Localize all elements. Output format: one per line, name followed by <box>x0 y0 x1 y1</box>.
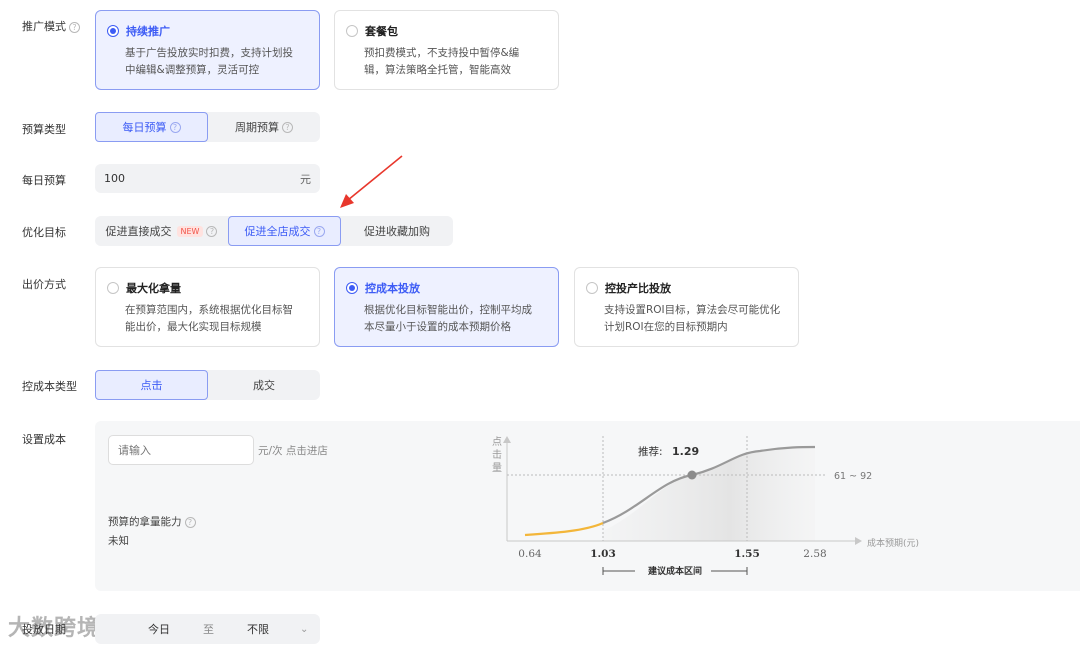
option-desc: 辑，算法策略全托管，智能高效 <box>364 64 511 76</box>
date-end[interactable]: 不限 <box>247 621 269 637</box>
cost-type-label: 控成本类型 <box>22 380 77 393</box>
option-desc: 本尽量小于设置的成本预期价格 <box>364 321 511 333</box>
cost-panel: 元/次 点击进店 预算的拿量能力? 未知 点击量成本预期(元) 推荐: 1.29 61… <box>95 421 1080 591</box>
goal-store-deal[interactable]: 促进全店成交? <box>228 216 341 246</box>
option-desc: 在预算范围内，系统根据优化目标智 <box>125 304 293 316</box>
cost-type-deal[interactable]: 成交 <box>208 370 320 400</box>
option-title: 套餐包 <box>365 25 398 38</box>
budget-ability-value: 未知 <box>108 535 129 547</box>
daily-budget-input[interactable]: 100 元 <box>95 164 320 193</box>
help-icon[interactable]: ? <box>69 22 80 33</box>
radio-unchecked-icon[interactable] <box>107 282 119 294</box>
help-icon[interactable]: ? <box>169 121 181 133</box>
promo-mode-label: 推广模式? <box>22 18 80 34</box>
bid-option-cost-control[interactable]: 控成本投放 根据优化目标智能出价，控制平均成 本尽量小于设置的成本预期价格 <box>334 267 559 347</box>
cost-volume-chart: 点击量成本预期(元) 推荐: 1.29 61 ~ 92 0.64 1.03 1.55 2.58… <box>492 436 919 577</box>
promo-option-package[interactable]: 套餐包 预扣费模式，不支持投中暂停&编 辑，算法策略全托管，智能高效 <box>334 10 559 90</box>
option-desc: 支持设置ROI目标，算法会尽可能优化 <box>604 304 781 316</box>
y-axis-arrow <box>503 436 511 443</box>
bid-option-max-volume[interactable]: 最大化拿量 在预算范围内，系统根据优化目标智 能出价，最大化实现目标规模 <box>95 267 320 347</box>
x-tick-label: 1.55 <box>734 548 760 560</box>
budget-type-segment: 每日预算? 周期预算? <box>95 112 320 142</box>
option-title: 最大化拿量 <box>126 282 181 295</box>
x-tick-label: 1.03 <box>590 548 616 560</box>
cost-input[interactable] <box>108 435 254 465</box>
radio-unchecked-icon[interactable] <box>346 25 358 37</box>
range-label: 61 ~ 92 <box>834 471 872 482</box>
daily-budget-label: 每日预算 <box>22 174 66 187</box>
y-axis-label-char: 量 <box>492 462 502 474</box>
recommend-value: 1.29 <box>672 445 699 458</box>
help-icon[interactable]: ? <box>206 225 218 237</box>
goal-favorite-cart[interactable]: 促进收藏加购 <box>341 216 453 246</box>
chart-area <box>603 446 815 541</box>
budget-type-daily[interactable]: 每日预算? <box>95 112 208 142</box>
bid-option-roi-control[interactable]: 控投产比投放 支持设置ROI目标，算法会尽可能优化 计划ROI在您的目标预期内 <box>574 267 799 347</box>
cost-type-segment: 点击 成交 <box>95 370 320 400</box>
launch-date-range[interactable]: 今日 至 不限 ⌄ <box>95 614 320 644</box>
option-title: 控投产比投放 <box>605 282 671 295</box>
y-axis-label-char: 点 <box>492 436 502 448</box>
budget-type-period[interactable]: 周期预算? <box>208 112 320 142</box>
option-title: 持续推广 <box>126 25 170 38</box>
help-icon[interactable]: ? <box>313 225 325 237</box>
radio-unchecked-icon[interactable] <box>586 282 598 294</box>
budget-type-label: 预算类型 <box>22 123 66 136</box>
help-icon[interactable]: ? <box>282 121 293 133</box>
radio-checked-icon[interactable] <box>107 25 119 37</box>
budget-ability-label: 预算的拿量能力? <box>108 514 196 529</box>
x-tick-label: 0.64 <box>518 548 542 560</box>
option-desc: 根据优化目标智能出价，控制平均成 <box>364 304 532 316</box>
optimize-goal-segment: 促进直接成交 NEW? 促进全店成交? 促进收藏加购 <box>95 216 453 246</box>
help-icon[interactable]: ? <box>184 517 196 528</box>
promo-option-continuous[interactable]: 持续推广 基于广告投放实时扣费，支持计划投 中编辑&调整预算，灵活可控 <box>95 10 320 90</box>
option-desc: 中编辑&调整预算，灵活可控 <box>125 64 260 76</box>
radio-checked-icon[interactable] <box>346 282 358 294</box>
daily-budget-unit: 元 <box>300 172 311 186</box>
option-desc: 预扣费模式，不支持投中暂停&编 <box>364 47 520 59</box>
new-badge: NEW <box>176 225 204 237</box>
curve-low-segment <box>524 521 604 537</box>
y-axis-label-char: 击 <box>492 449 502 461</box>
recommend-label: 推荐: <box>638 445 663 458</box>
option-desc: 计划ROI在您的目标预期内 <box>604 321 728 333</box>
date-start[interactable]: 今日 <box>148 621 170 637</box>
recommend-point <box>687 470 697 480</box>
annotation-arrow-icon <box>340 155 403 208</box>
cost-unit: 元/次 点击进店 <box>258 445 328 457</box>
suggest-range-label: 建议成本区间 <box>648 565 702 577</box>
x-tick-label: 2.58 <box>803 548 826 560</box>
optimize-goal-label: 优化目标 <box>22 226 66 239</box>
x-axis-arrow <box>855 537 862 545</box>
bid-mode-label: 出价方式 <box>22 278 66 291</box>
option-desc: 基于广告投放实时扣费，支持计划投 <box>125 47 293 59</box>
option-desc: 能出价，最大化实现目标规模 <box>125 321 262 333</box>
x-axis-label: 成本预期(元) <box>867 537 919 549</box>
goal-direct-deal[interactable]: 促进直接成交 NEW? <box>95 216 228 246</box>
set-cost-label: 设置成本 <box>22 433 66 446</box>
launch-date-label: 投放日期 <box>22 623 66 636</box>
option-title: 控成本投放 <box>365 282 420 295</box>
chevron-down-icon[interactable]: ⌄ <box>300 624 308 635</box>
daily-budget-value: 100 <box>104 172 125 185</box>
date-separator: 至 <box>203 623 214 636</box>
cost-type-click[interactable]: 点击 <box>95 370 208 400</box>
